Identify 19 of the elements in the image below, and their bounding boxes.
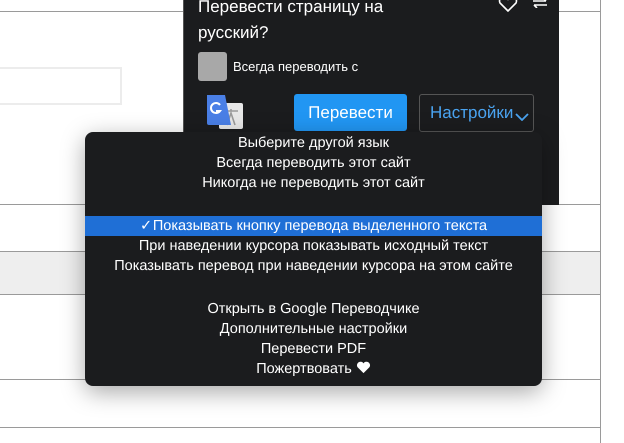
menu-item[interactable]: Пожертвовать — [85, 359, 542, 379]
menu-item[interactable]: Всегда переводить этот сайт — [85, 153, 542, 173]
menu-item[interactable]: Никогда не переводить этот сайт — [85, 173, 542, 193]
chevron-icon — [515, 113, 530, 121]
settings-button[interactable]: Настройки — [419, 94, 534, 132]
menu-item[interactable]: Перевести PDF — [85, 339, 542, 359]
checkbox-label: Всегда переводить с — [233, 59, 358, 74]
swap-icon[interactable] — [532, 0, 548, 8]
menu-item[interactable]: Открыть в Google Переводчике — [85, 299, 542, 319]
menu-item[interactable]: ✓Показывать кнопку перевода выделенного текста — [85, 216, 542, 236]
menu-item[interactable]: Показывать перевод при наведении курсора на этом сайте — [85, 256, 542, 276]
menu-item[interactable]: При наведении курсора показывать исходный текст — [85, 236, 542, 256]
menu-item[interactable]: Дополнительные настройки — [85, 319, 542, 339]
heart-icon[interactable] — [498, 0, 518, 12]
translate-logo-icon — [205, 95, 245, 129]
menu-item[interactable]: Выберите другой язык — [85, 133, 542, 153]
popup-title: Перевести страницу на русский? — [198, 0, 384, 44]
checkbox[interactable] — [198, 52, 227, 81]
heart-icon — [356, 361, 371, 374]
